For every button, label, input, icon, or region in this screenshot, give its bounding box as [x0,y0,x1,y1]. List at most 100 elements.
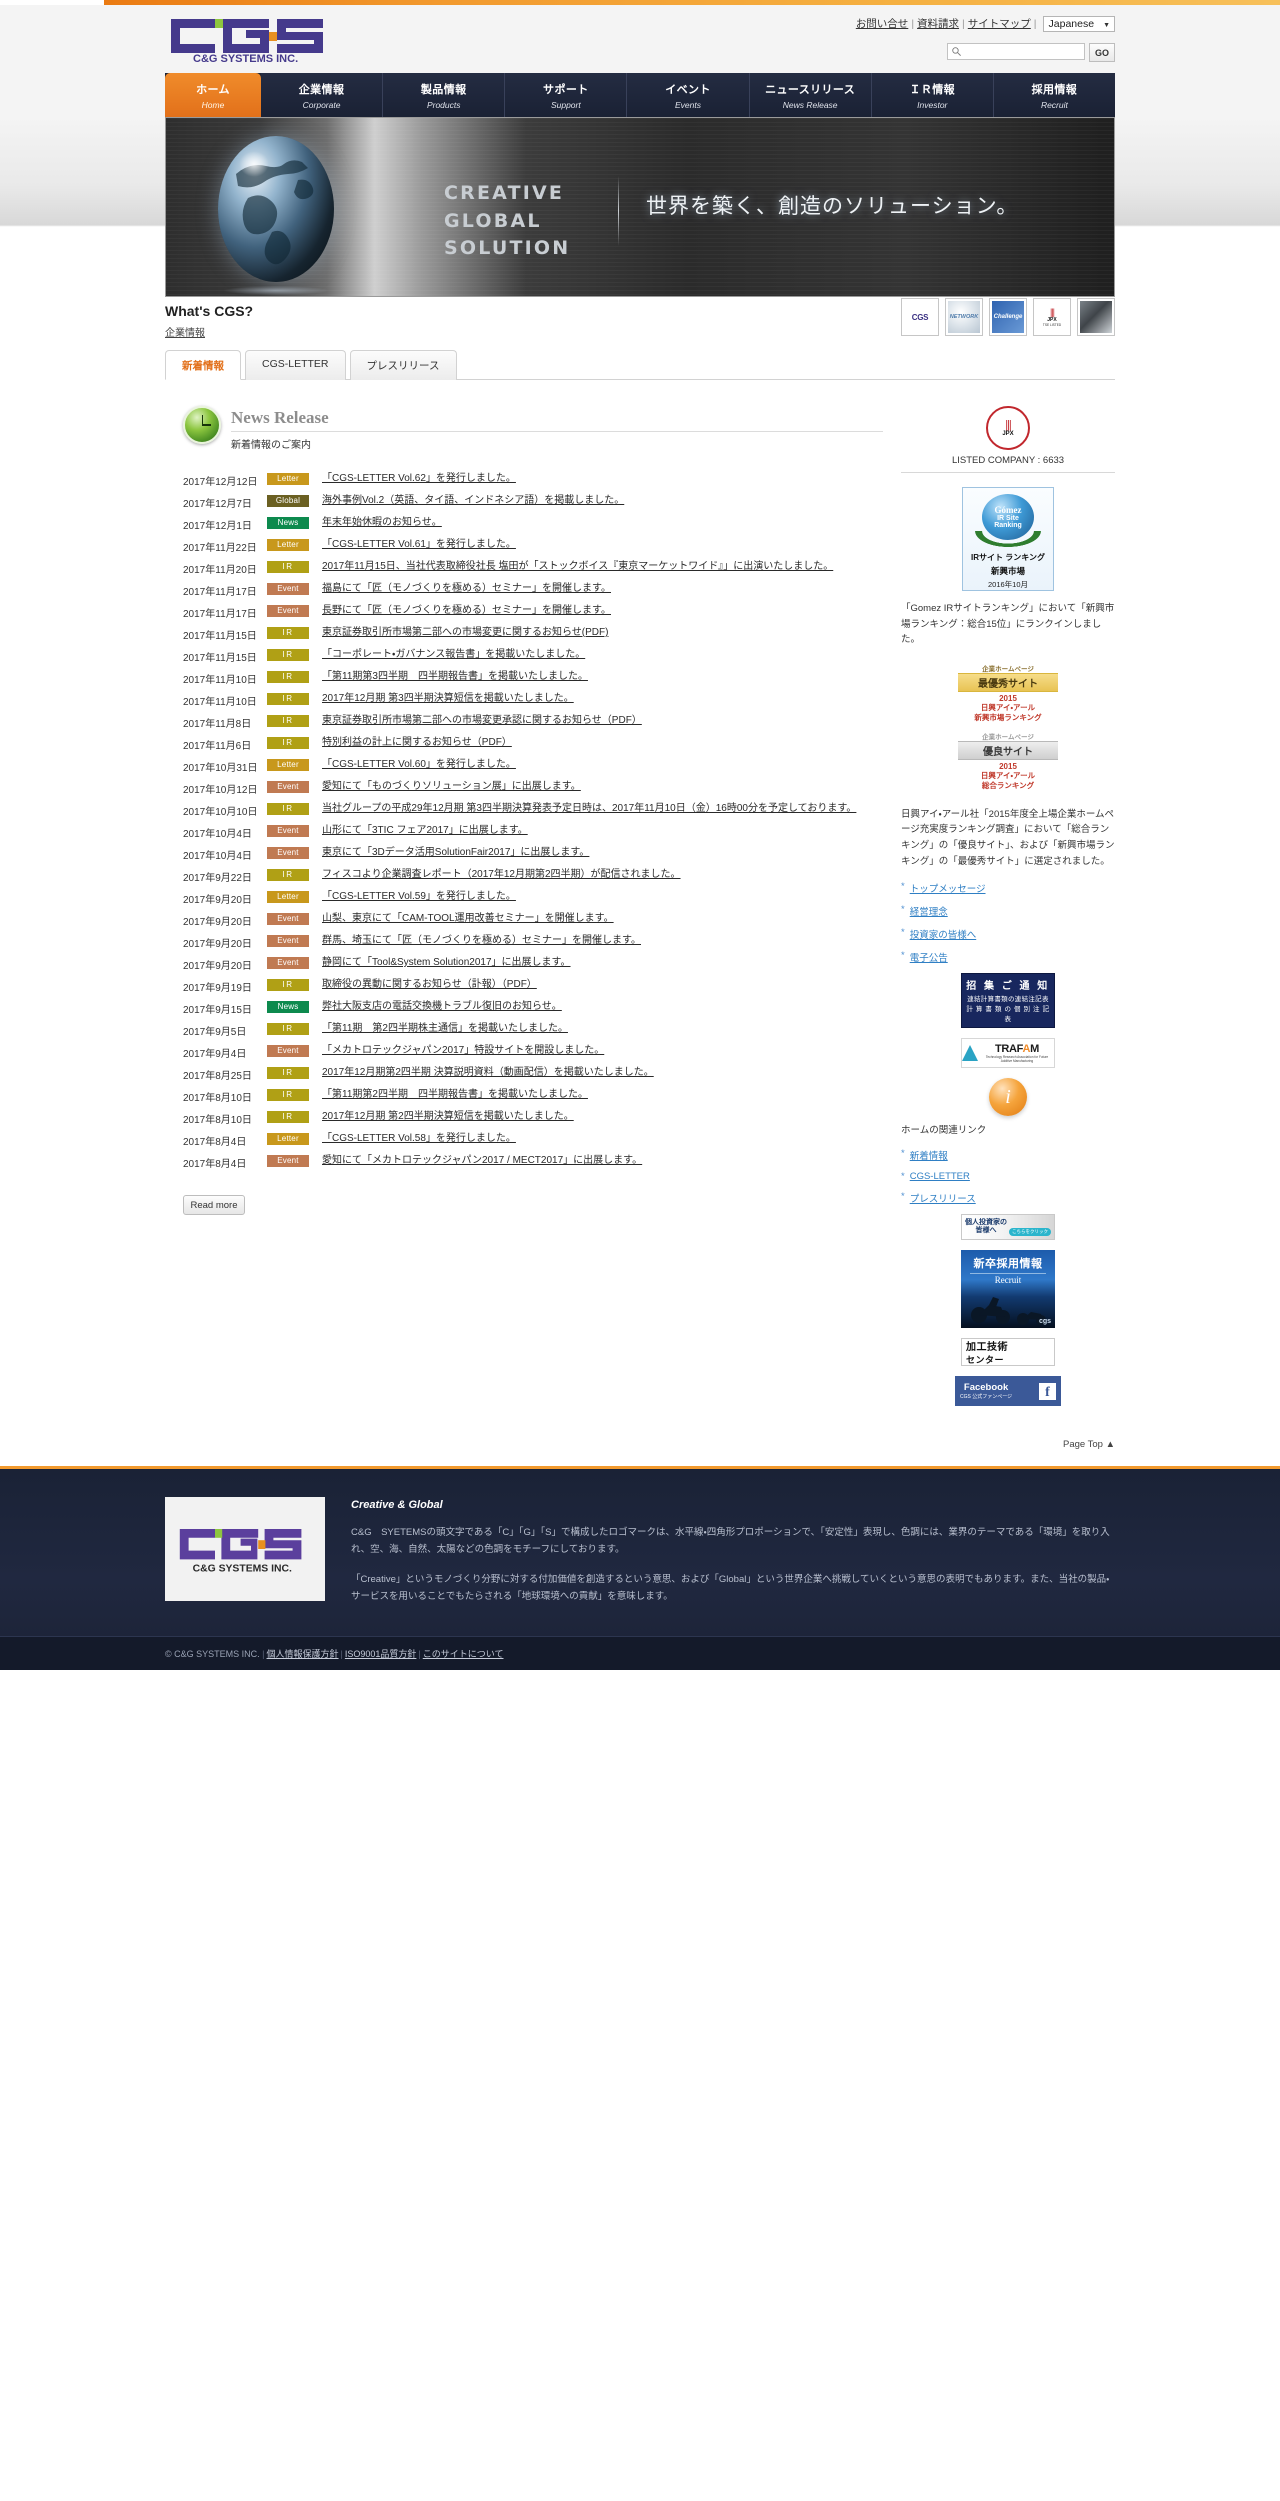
nav-item-products[interactable]: 製品情報 Products [383,73,506,117]
news-category-badge: Event [267,957,309,969]
news-text: 愛知にて「メカトロテックジャパン2017 / MECT2017」に出展します。 [322,1154,883,1169]
nav-item-events[interactable]: イベント Events [627,73,750,117]
news-row: 2017年11月15日 IR 東京証券取引所市場第二部への市場変更に関するお知らせ(… [183,623,883,645]
news-link[interactable]: 「CGS-LETTER Vol.60」を発行しました。 [322,759,516,770]
news-link[interactable]: 山梨、東京にて「CAM-TOOL運用改善セミナー」を開催します。 [322,913,614,924]
banner-new-grad-recruit[interactable]: 新卒採用情報 Recruit cgs [961,1250,1055,1329]
language-select[interactable]: Japanese ▼ [1042,16,1115,33]
search-icon [952,47,961,56]
news-link[interactable]: 福島にて「匠（モノづくりを極める）セミナー」を開催します。 [322,583,611,594]
news-link[interactable]: 取締役の異動に関するお知らせ（訃報）（PDF） [322,979,537,990]
ribbon-gold[interactable]: 企業ホームページ 最優秀サイト 2015 日興アイ・アール 新興市場ランキング [958,660,1058,728]
sidebar-link-home-0[interactable]: 新着情報 [910,1148,948,1162]
tab-new-info[interactable]: 新着情報 [165,350,241,380]
news-link[interactable]: 2017年11月15日、当社代表取締役社長 塩田が「ストックボイス『東京マーケッ… [322,561,833,572]
news-link[interactable]: 2017年12月期 第3四半期決算短信を掲載いたしました。 [322,693,574,704]
news-link[interactable]: 東京証券取引所市場第二部への市場変更承認に関するお知らせ（PDF） [322,715,642,726]
news-link[interactable]: 長野にて「匠（モノづくりを極める）セミナー」を開催します。 [322,605,611,616]
hero-banner[interactable]: CREATIVE GLOBAL SOLUTION 世界を築く、創造のソリューショ… [165,117,1115,297]
link-privacy-policy[interactable]: 個人情報保護方針 [267,1649,339,1659]
news-link[interactable]: 「メカトロテックジャパン2017」特設サイトを開設しました。 [322,1045,604,1056]
nav-item-recruit[interactable]: 採用情報 Recruit [993,73,1115,117]
banner-facebook[interactable]: Facebook CGS 公式ファンページ f [955,1376,1061,1407]
site-logo[interactable]: C&G SYSTEMS INC. [165,13,345,65]
news-date: 2017年8月10日 [183,1093,252,1104]
news-link[interactable]: 群馬、埼玉にて「匠（モノづくりを極める）セミナー」を開催します。 [322,935,641,946]
hero-line-global-text: GLOBAL [444,209,542,232]
sidebar-link-ir-3[interactable]: 電子公告 [910,950,948,964]
page-top-link[interactable]: Page Top ▲ [1063,1439,1115,1450]
news-link[interactable]: 海外事例Vol.2（英語、タイ語、インドネシア語）を掲載しました。 [322,495,624,506]
thumb-network[interactable]: NETWORK [945,298,983,336]
banner-individual-investors[interactable]: 個人投資家の 皆様へ こちらをクリック [961,1214,1055,1241]
news-link[interactable]: 「第11期第2四半期 四半期報告書」を掲載いたしました。 [322,1089,588,1100]
sidebar-link-home-2[interactable]: プレスリリース [910,1191,976,1205]
link-contact[interactable]: お問い合せ [856,18,909,30]
chevron-down-icon: ▼ [1103,22,1110,30]
news-link[interactable]: フィスコより企業調査レポート（2017年12月期第2四半期）が配信されました。 [322,869,681,880]
search-go-button[interactable]: GO [1089,43,1115,62]
nav-item-news-release[interactable]: ニュースリリース News Release [749,73,872,117]
link-corporate-info[interactable]: 企業情報 [165,328,205,339]
news-row: 2017年8月10日 IR 「第11期第2四半期 四半期報告書」を掲載いたしました。 [183,1085,883,1107]
news-link[interactable]: 特別利益の計上に関するお知らせ（PDF） [322,737,512,748]
news-link[interactable]: 静岡にて「Tool&System Solution2017」に出展します。 [322,957,571,968]
link-about-site[interactable]: このサイトについて [423,1649,504,1659]
link-brochure[interactable]: 資料請求 [917,18,959,30]
news-link[interactable]: 「CGS-LETTER Vol.58」を発行しました。 [322,1133,516,1144]
read-more-button[interactable]: Read more [183,1195,245,1215]
news-link[interactable]: 2017年12月期 第2四半期決算短信を掲載いたしました。 [322,1111,574,1122]
news-link[interactable]: 東京にて「3Dデータ活用SolutionFair2017」に出展します。 [322,847,589,858]
sidebar-link-home-1[interactable]: CGS-LETTER [910,1171,970,1182]
news-link[interactable]: 2017年12月期第2四半期 決算説明資料（動画配信）を掲載いたしました。 [322,1067,654,1078]
sidebar-link-ir-2[interactable]: 投資家の皆様へ [910,927,977,941]
nav-item-support[interactable]: サポート Support [505,73,628,117]
news-text: 2017年11月15日、当社代表取締役社長 塩田が「ストックボイス『東京マーケッ… [322,560,883,575]
nav-label-en: Events [674,99,701,110]
ribbon-silver[interactable]: 企業ホームページ 優良サイト 2015 日興アイ・アール 総合ランキング [958,728,1058,796]
news-link[interactable]: 「第11期第3四半期 四半期報告書」を掲載いたしました。 [322,671,588,682]
sidebar-link-ir-1[interactable]: 経営理念 [910,904,948,918]
news-category-badge: IR [267,737,309,749]
news-link[interactable]: 弊社大阪支店の電話交換機トラブル復旧のお知らせ。 [322,1001,562,1012]
gomez-badge[interactable]: Gómez IR Site Ranking IRサイト ランキング 新興市場 2… [962,487,1054,591]
thumb-challenge[interactable]: Challenge [989,298,1027,336]
ribbon-silver-line: 日興アイ・アール 総合ランキング [980,771,1036,791]
nav-item-corporate[interactable]: 企業情報 Corporate [261,73,384,117]
news-link[interactable]: 東京証券取引所市場第二部への市場変更に関するお知らせ(PDF) [322,627,608,638]
news-link[interactable]: 「CGS-LETTER Vol.59」を発行しました。 [322,891,516,902]
tab-cgs-letter[interactable]: CGS-LETTER [245,350,346,380]
sidebar: ||| JPX LISTED COMPANY : 6633 Gómez IR S… [901,406,1115,1418]
thumb-cgs-logo[interactable]: CGS [901,298,939,336]
search-input[interactable] [962,46,1077,57]
news-link[interactable]: 愛知にて「メカトロテックジャパン2017 / MECT2017」に出展します。 [322,1155,642,1166]
globe-graphic [218,136,334,282]
banner-shoshu-tsuchi[interactable]: 招 集 ご 通 知 連結計算書類の連結注記表 計 算 書 類 の 個 別 注 記… [961,973,1055,1029]
search-box[interactable] [947,43,1085,60]
banner-processing-tech-center[interactable]: 加工技術 センター [961,1338,1055,1367]
thumb-jpx[interactable]: ||| JPX TSE LISTED [1033,298,1071,336]
news-link[interactable]: 「CGS-LETTER Vol.61」を発行しました。 [322,539,516,550]
news-link[interactable]: 「コーポレート・ガバナンス報告書」を掲載いたしました。 [322,649,585,660]
news-link[interactable]: 「第11期 第2四半期株主通信」を掲載いたしました。 [322,1023,568,1034]
banner-trafam[interactable]: TRAFAM Technology Research Association f… [961,1038,1055,1069]
link-iso9001-policy[interactable]: ISO9001品質方針 [345,1649,417,1659]
sidebar-link-ir-0[interactable]: トップメッセージ [910,881,986,895]
list-item: * 新着情報 [901,1148,1115,1162]
nav-item-investor[interactable]: ＩＲ情報 Investor [871,73,994,117]
link-sitemap[interactable]: サイトマップ [968,18,1031,30]
news-link[interactable]: 愛知にて「ものづくりソリューション展」に出展します。 [322,781,581,792]
news-row: 2017年9月22日 IR フィスコより企業調査レポート（2017年12月期第2四半… [183,865,883,887]
challenge-icon: Challenge [992,301,1024,333]
thumb-movie[interactable] [1077,298,1115,336]
news-text: 海外事例Vol.2（英語、タイ語、インドネシア語）を掲載しました。 [322,494,883,509]
nav-item-home[interactable]: ホーム Home [165,73,261,117]
news-link[interactable]: 山形にて「3TIC フェア2017」に出展します。 [322,825,528,836]
tab-press-release[interactable]: プレスリリース [349,350,457,380]
footer-text-block: Creative & Global C&G SYETEMSの頭文字である「C」「… [351,1497,1115,1606]
news-link[interactable]: 年末年始休暇のお知らせ。 [322,517,442,528]
news-row: 2017年9月20日 Event 山梨、東京にて「CAM-TOOL運用改善セミナー」… [183,909,883,931]
nav-label-ja: 採用情報 [1031,83,1078,96]
news-link[interactable]: 「CGS-LETTER Vol.62」を発行しました。 [322,473,516,484]
news-link[interactable]: 当社グループの平成29年12月期 第3四半期決算発表予定日時は、2017年11月… [322,803,856,814]
